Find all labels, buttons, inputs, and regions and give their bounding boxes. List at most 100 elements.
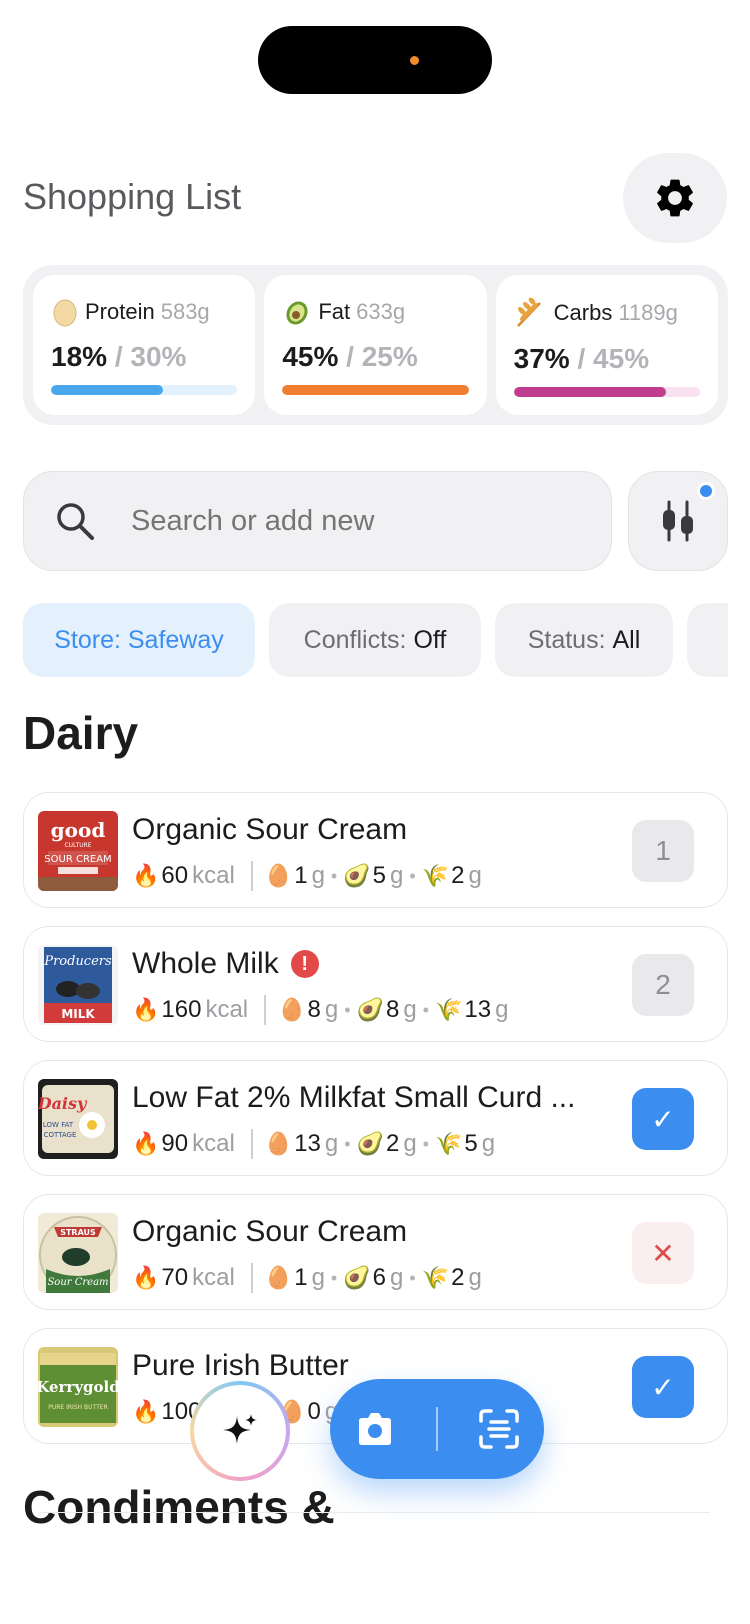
chip-label: Conflicts:	[303, 625, 407, 654]
fat-value: 2	[385, 1130, 400, 1157]
protein-value: 1	[294, 1264, 308, 1291]
kcal-value: 70	[161, 1264, 189, 1291]
macro-name: Fat	[318, 299, 351, 324]
item-name: Pure Irish Butter	[132, 1349, 349, 1382]
macro-progress-track	[282, 385, 469, 395]
fat-value: 8	[385, 996, 400, 1023]
gram-unit: g	[311, 1264, 325, 1291]
quantity-badge[interactable]: 2	[632, 954, 694, 1016]
svg-text:SOUR CREAM: SOUR CREAM	[44, 854, 111, 865]
scan-icon	[478, 1409, 519, 1449]
fire-icon: 🔥	[132, 1399, 160, 1424]
svg-text:COTTAGE: COTTAGE	[44, 1131, 77, 1139]
search-bar[interactable]	[23, 471, 612, 571]
search-input[interactable]	[131, 504, 551, 538]
avocado-icon: 🥑	[343, 863, 371, 888]
egg-icon: 🥚	[264, 1265, 293, 1290]
chip-value: Off	[413, 625, 447, 654]
gram-unit: g	[468, 862, 482, 889]
list-item[interactable]: good CULTURE SOUR CREAM Organic Sour Cream…	[23, 792, 728, 908]
nutrition-row: 🔥 70 kcal 🥚 1 g • 🥑 6 g • 🌾 2 g	[132, 1263, 482, 1293]
item-name: Organic Sour Cream	[132, 1215, 408, 1248]
search-icon	[57, 503, 94, 540]
filter-chips: Store: Safeway Conflicts: Off Status: All	[23, 603, 728, 677]
carbs-value: 2	[451, 1264, 465, 1291]
svg-text:Sour Cream: Sour Cream	[47, 1277, 108, 1288]
divider	[250, 1129, 253, 1159]
divider	[435, 1407, 438, 1451]
divider	[250, 861, 253, 891]
macro-progress-fill	[513, 387, 667, 397]
gram-unit: g	[403, 996, 417, 1023]
divider	[250, 1263, 253, 1293]
wheat-icon: 🌾	[435, 997, 463, 1022]
remove-button[interactable]: ✕	[632, 1222, 694, 1284]
fat-value: 5	[372, 862, 386, 889]
kcal-unit: kcal	[192, 1264, 235, 1291]
list-item[interactable]: Producers MILK Whole Milk! 🔥 160 kcal 🥚 8 g •…	[23, 926, 728, 1042]
product-image: good CULTURE SOUR CREAM	[38, 811, 118, 891]
filter-button[interactable]	[628, 471, 728, 571]
active-filter-indicator	[697, 482, 715, 500]
divider	[40, 1512, 710, 1513]
macro-target: / 30%	[114, 341, 187, 372]
camera-icon	[359, 1413, 392, 1445]
macro-card-carbs[interactable]: Carbs 1189g 37% / 45%	[495, 275, 718, 415]
checked-checkbox[interactable]: ✓	[632, 1356, 694, 1418]
item-name: Organic Sour Cream	[132, 813, 408, 846]
warning-icon[interactable]: !	[290, 950, 319, 978]
wheat-icon: 🌾	[435, 1131, 463, 1156]
sliders-icon	[663, 500, 693, 542]
carbs-value: 2	[451, 862, 465, 889]
checked-checkbox[interactable]: ✓	[632, 1088, 694, 1150]
chip-more[interactable]	[687, 603, 728, 677]
protein-value: 0	[307, 1398, 321, 1425]
settings-button[interactable]	[623, 153, 727, 243]
macro-card-fat[interactable]: Fat 633g 45% / 25%	[264, 275, 487, 415]
page-title: Shopping List	[23, 176, 242, 217]
scan-button[interactable]	[469, 1399, 529, 1459]
list-item[interactable]: STRAUS Sour Cream Organic Sour Cream 🔥 70 k…	[23, 1194, 728, 1310]
kcal-unit: kcal	[192, 1130, 235, 1157]
ai-assistant-button[interactable]	[190, 1381, 290, 1481]
chip-value: All	[612, 625, 641, 654]
kcal-value: 60	[161, 862, 189, 889]
protein-value: 13	[294, 1130, 321, 1157]
svg-text:good: good	[51, 818, 106, 842]
svg-text:LOW FAT: LOW FAT	[43, 1121, 74, 1129]
macro-grams: 583g	[160, 299, 210, 324]
macro-card-protein[interactable]: Protein 583g 18% / 30%	[33, 275, 256, 415]
avocado-icon	[286, 301, 308, 325]
svg-text:CULTURE: CULTURE	[64, 842, 91, 849]
gram-unit: g	[403, 1130, 417, 1157]
fire-icon: 🔥	[132, 1131, 160, 1156]
macro-summary: Protein 583g 18% / 30% Fat 633g 45% / 25…	[23, 265, 728, 425]
wheat-icon	[516, 297, 541, 327]
gram-unit: g	[495, 996, 509, 1023]
macro-grams: 1189g	[618, 300, 678, 325]
camera-button[interactable]	[345, 1399, 405, 1459]
gram-unit: g	[311, 862, 325, 889]
chip-status[interactable]: Status: All	[495, 603, 673, 677]
gram-unit: g	[324, 996, 339, 1023]
chip-store[interactable]: Store: Safeway	[23, 603, 255, 677]
list-item[interactable]: Daisy LOW FAT COTTAGE Low Fat 2% Milkfat S…	[23, 1060, 728, 1176]
svg-text:Kerrygold: Kerrygold	[38, 1378, 118, 1396]
svg-text:STRAUS: STRAUS	[60, 1228, 96, 1237]
divider	[264, 995, 267, 1025]
gear-icon	[657, 179, 693, 217]
capture-actions	[330, 1379, 544, 1479]
macro-target: / 25%	[346, 341, 418, 372]
macro-name: Protein	[85, 299, 155, 324]
macro-percent: 18%	[51, 341, 108, 372]
product-image: Producers MILK	[38, 945, 118, 1025]
carbs-value: 13	[464, 996, 492, 1023]
quantity-badge[interactable]: 1	[632, 820, 694, 882]
macro-progress-track	[513, 387, 700, 397]
chip-conflicts[interactable]: Conflicts: Off	[269, 603, 481, 677]
nutrition-row: 🔥 90 kcal 🥚 13 g • 🥑 2 g • 🌾 5 g	[132, 1129, 496, 1159]
egg-icon: 🥚	[278, 997, 306, 1022]
sparkles-icon	[223, 1414, 257, 1444]
macro-percent: 45%	[282, 341, 339, 372]
kcal-value: 90	[161, 1130, 189, 1157]
